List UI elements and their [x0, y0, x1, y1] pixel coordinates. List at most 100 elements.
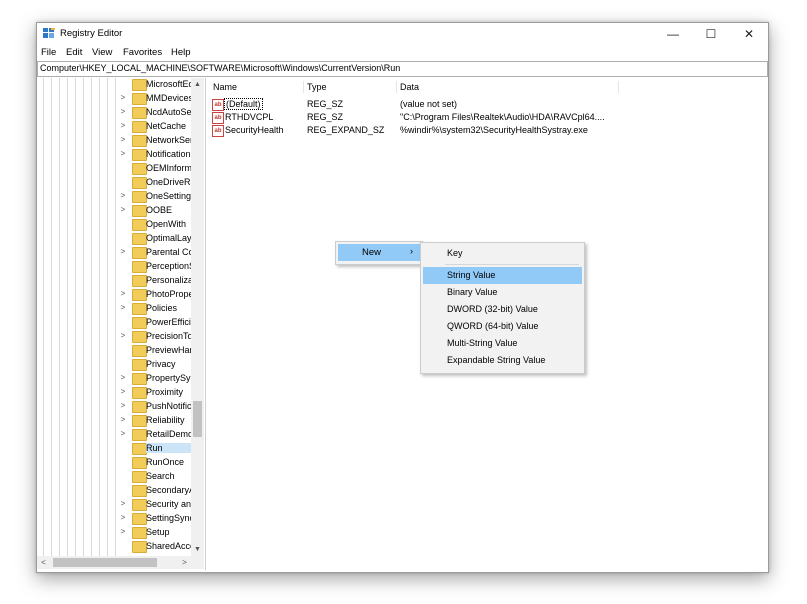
expand-chevron-icon[interactable]: >	[119, 499, 127, 508]
folder-icon	[132, 541, 147, 553]
submenu-item-label: Expandable String Value	[447, 355, 546, 365]
folder-icon	[132, 219, 147, 231]
address-bar[interactable]: Computer\HKEY_LOCAL_MACHINE\SOFTWARE\Mic…	[37, 61, 768, 77]
folder-icon	[132, 247, 147, 259]
value-row[interactable]: ab RTHDVCPL REG_SZ "C:\Program Files\Rea…	[208, 112, 768, 125]
scroll-left-arrow-icon[interactable]: <	[37, 556, 50, 569]
key-tree-pane: MicrosoftEdge > MMDevices > NcdAutoSetup > Net…	[37, 78, 206, 570]
expand-chevron-icon[interactable]: >	[119, 415, 127, 424]
submenu-item-label: QWORD (64-bit) Value	[447, 321, 539, 331]
string-value-icon: ab	[212, 112, 224, 124]
submenu-item-string-value[interactable]: String Value	[423, 267, 582, 284]
folder-icon	[132, 163, 147, 175]
menu-file[interactable]: File	[41, 47, 56, 58]
folder-icon	[132, 79, 147, 91]
expand-chevron-icon[interactable]: >	[119, 135, 127, 144]
submenu-item-label: DWORD (32-bit) Value	[447, 304, 538, 314]
expand-chevron-icon[interactable]: >	[119, 121, 127, 130]
expand-chevron-icon[interactable]: >	[119, 93, 127, 102]
title-bar[interactable]: Registry Editor — ☐ ✕	[37, 23, 768, 45]
expand-chevron-icon[interactable]: >	[119, 107, 127, 116]
context-menu: New ›	[335, 241, 423, 265]
column-header-name[interactable]: Name	[213, 82, 237, 92]
column-separator[interactable]	[618, 81, 619, 93]
column-header-data[interactable]: Data	[400, 82, 419, 92]
registry-editor-window: Registry Editor — ☐ ✕ File Edit View Fav…	[36, 22, 769, 573]
expand-chevron-icon[interactable]: >	[119, 373, 127, 382]
submenu-item-multi-string-value[interactable]: Multi-String Value	[423, 335, 582, 352]
menu-help[interactable]: Help	[171, 47, 191, 58]
folder-icon	[132, 345, 147, 357]
column-header-type[interactable]: Type	[307, 82, 327, 92]
scroll-up-arrow-icon[interactable]: ▲	[191, 78, 204, 91]
expand-chevron-icon[interactable]: >	[119, 513, 127, 522]
context-menu-new[interactable]: New ›	[338, 244, 420, 261]
tree-vertical-scrollbar[interactable]: ▲ ▼	[191, 78, 204, 556]
folder-icon	[132, 121, 147, 133]
value-data: "C:\Program Files\Realtek\Audio\HDA\RAVC…	[400, 112, 605, 122]
value-row[interactable]: ab (Default) REG_SZ (value not set)	[208, 98, 768, 112]
folder-icon	[132, 93, 147, 105]
submenu-item-label: Multi-String Value	[447, 338, 518, 348]
menu-favorites[interactable]: Favorites	[123, 47, 162, 58]
close-button[interactable]: ✕	[730, 23, 768, 45]
expand-chevron-icon[interactable]: >	[119, 247, 127, 256]
submenu-item-label: Binary Value	[447, 287, 498, 297]
vertical-scroll-thumb[interactable]	[193, 401, 202, 437]
column-separator[interactable]	[303, 81, 304, 93]
submenu-item-dword-value[interactable]: DWORD (32-bit) Value	[423, 301, 582, 318]
tree-horizontal-scrollbar[interactable]: < >	[37, 556, 204, 569]
value-data: (value not set)	[400, 99, 458, 109]
folder-icon	[132, 191, 147, 203]
minimize-button[interactable]: —	[654, 23, 692, 45]
expand-chevron-icon[interactable]: >	[119, 191, 127, 200]
expand-chevron-icon[interactable]: >	[119, 303, 127, 312]
submenu-item-qword-value[interactable]: QWORD (64-bit) Value	[423, 318, 582, 335]
submenu-item-label: String Value	[447, 270, 496, 280]
menu-view[interactable]: View	[92, 47, 112, 58]
folder-icon	[132, 471, 147, 483]
string-value-icon: ab	[212, 99, 224, 111]
expand-chevron-icon[interactable]: >	[119, 527, 127, 536]
value-name: RTHDVCPL	[225, 112, 274, 122]
horizontal-scroll-thumb[interactable]	[53, 558, 157, 567]
folder-icon	[132, 443, 147, 455]
folder-icon	[132, 359, 147, 371]
folder-icon	[132, 261, 147, 273]
menu-bar: File Edit View Favorites Help	[37, 45, 768, 61]
scroll-right-arrow-icon[interactable]: >	[178, 556, 191, 569]
menu-edit[interactable]: Edit	[66, 47, 82, 58]
values-pane[interactable]: Name Type Data ab (Default) REG_SZ (valu…	[208, 78, 768, 570]
submenu-item-label: Key	[447, 248, 463, 258]
value-name: SecurityHealth	[225, 125, 284, 135]
expand-chevron-icon[interactable]: >	[119, 149, 127, 158]
expand-chevron-icon[interactable]: >	[119, 401, 127, 410]
expand-chevron-icon[interactable]: >	[119, 387, 127, 396]
submenu-item-binary-value[interactable]: Binary Value	[423, 284, 582, 301]
folder-icon	[132, 415, 147, 427]
scroll-down-arrow-icon[interactable]: ▼	[191, 543, 204, 556]
new-submenu: Key String Value Binary Value DWORD (32-…	[420, 242, 585, 374]
maximize-button[interactable]: ☐	[692, 23, 730, 45]
value-type: REG_SZ	[307, 99, 344, 109]
column-separator[interactable]	[396, 81, 397, 93]
expand-chevron-icon[interactable]: >	[119, 205, 127, 214]
window-title: Registry Editor	[60, 28, 123, 39]
folder-icon	[132, 373, 147, 385]
address-path: Computer\HKEY_LOCAL_MACHINE\SOFTWARE\Mic…	[40, 63, 401, 73]
folder-icon	[132, 401, 147, 413]
folder-icon	[132, 457, 147, 469]
expand-chevron-icon[interactable]: >	[119, 289, 127, 298]
expand-chevron-icon[interactable]: >	[119, 331, 127, 340]
value-name: (Default)	[224, 98, 263, 110]
context-menu-new-label: New	[362, 247, 382, 258]
folder-icon	[132, 233, 147, 245]
folder-icon	[132, 135, 147, 147]
submenu-item-expandable-string-value[interactable]: Expandable String Value	[423, 352, 582, 369]
registry-editor-app-icon	[43, 28, 55, 38]
submenu-item-key[interactable]: Key	[423, 245, 582, 262]
folder-icon	[132, 149, 147, 161]
value-row[interactable]: ab SecurityHealth REG_EXPAND_SZ %windir%…	[208, 125, 768, 138]
folder-icon	[132, 275, 147, 287]
expand-chevron-icon[interactable]: >	[119, 429, 127, 438]
